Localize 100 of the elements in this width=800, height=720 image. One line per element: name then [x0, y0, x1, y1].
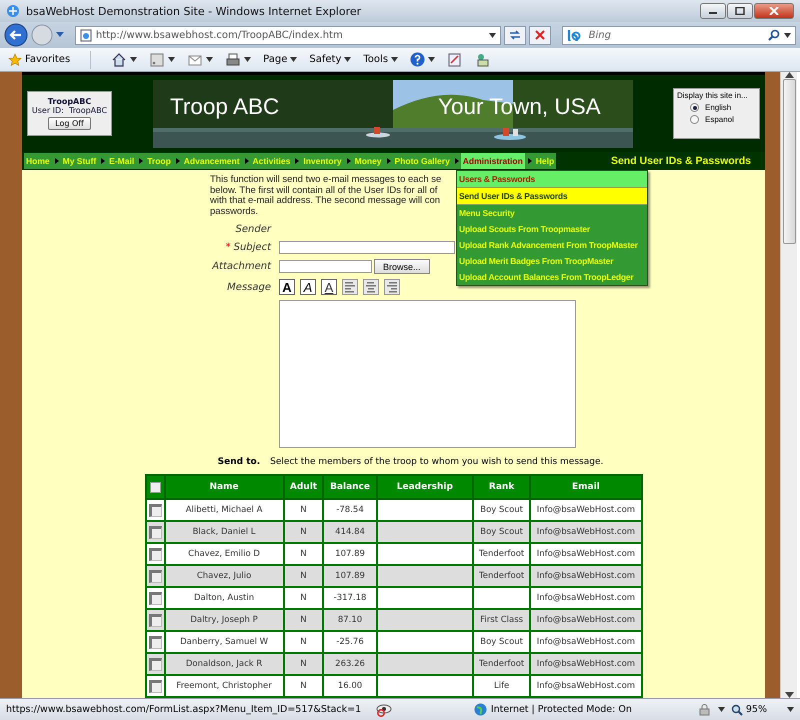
radio-button[interactable]: [690, 103, 699, 112]
row-checkbox[interactable]: [148, 680, 162, 692]
address-field[interactable]: http://www.bsawebhost.com/TroopABC/index.htm: [74, 26, 502, 44]
row-checkbox[interactable]: [148, 592, 162, 604]
feed-icon: [149, 52, 166, 68]
row-checkbox[interactable]: [148, 614, 162, 626]
nav-link[interactable]: Money: [352, 153, 384, 169]
back-button[interactable]: [4, 23, 28, 47]
menu-button[interactable]: Page: [261, 50, 300, 70]
table-cell: Boy Scout: [472, 521, 530, 543]
table-cell: Chavez, Emilio D: [164, 543, 284, 565]
table-cell: -78.54: [323, 499, 377, 521]
nav-link[interactable]: Help: [534, 153, 556, 169]
nav-link[interactable]: Troop: [145, 153, 173, 169]
nav-link[interactable]: Administration: [460, 153, 525, 169]
document-icon: [447, 52, 464, 68]
field-label: Attachment: [210, 261, 271, 272]
nav-link[interactable]: E-Mail: [107, 153, 136, 169]
table-cell: Info@bsaWebHost.com: [530, 631, 642, 653]
radio-label: Espanol: [705, 115, 734, 124]
maximize-button[interactable]: [727, 3, 753, 19]
table-cell: Info@bsaWebHost.com: [530, 543, 642, 565]
menu-item[interactable]: Upload Merit Badges From TroopMaster: [457, 253, 647, 269]
caret-icon: [130, 57, 138, 62]
close-icon: [769, 7, 779, 15]
row-checkbox[interactable]: [148, 636, 162, 648]
table-cell: Info@bsaWebHost.com: [530, 521, 642, 543]
menu-button[interactable]: Safety: [307, 50, 354, 70]
table-cell: Info@bsaWebHost.com: [530, 675, 642, 697]
scrollbar[interactable]: [780, 72, 797, 698]
column-header: Email: [530, 475, 642, 499]
nav-link[interactable]: My Stuff: [60, 153, 98, 169]
table-cell: Black, Daniel L: [164, 521, 284, 543]
table-cell: N: [284, 609, 324, 631]
row-checkbox[interactable]: [148, 570, 162, 582]
minimize-button[interactable]: [700, 3, 726, 19]
table-cell: Info@bsaWebHost.com: [530, 499, 642, 521]
scrollbar-thumb[interactable]: [782, 79, 796, 244]
menu-item[interactable]: Upload Scouts From Troopmaster: [457, 221, 647, 237]
bold-button[interactable]: A: [279, 279, 295, 295]
search-field[interactable]: Bing: [562, 26, 796, 44]
align-right-icon: [385, 280, 399, 294]
search-engine-icon: [566, 29, 583, 41]
table-cell: 16.00: [323, 675, 377, 697]
subject-field[interactable]: [279, 241, 455, 254]
dropdown-arrow-icon[interactable]: [718, 707, 725, 712]
select-all-checkbox[interactable]: [150, 482, 160, 492]
menu-item[interactable]: Send User IDs & Passwords: [457, 187, 647, 205]
column-header: Adult: [284, 475, 324, 499]
row-checkbox[interactable]: [148, 658, 162, 670]
status-text: https://www.bsawebhost.com/FormList.aspx?Menu_Item_ID=517&Stack=1: [6, 704, 362, 715]
italic-button[interactable]: A: [300, 279, 316, 295]
nav-link[interactable]: Photo Gallery: [392, 153, 452, 169]
help-button[interactable]: [408, 50, 438, 70]
table-cell: Dalton, Austin: [164, 587, 284, 609]
table-cell: N: [284, 675, 324, 697]
menu-item[interactable]: Upload Rank Advancement From TroopMaster: [457, 237, 647, 253]
maximize-icon: [735, 7, 745, 15]
window-title: bsaWebHost Demonstration Site - Windows Internet Explorer: [26, 4, 362, 18]
dropdown-arrow-icon[interactable]: [787, 707, 794, 712]
menu-item[interactable]: Users & Passwords: [457, 171, 647, 187]
align-left-button[interactable]: [342, 279, 358, 295]
caret-icon: [344, 57, 352, 62]
favorites-button[interactable]: Favorites: [6, 50, 72, 70]
menu-item[interactable]: Upload Account Balances From TroopLedger: [457, 269, 647, 285]
printer-icon: [225, 52, 242, 68]
align-center-icon: [364, 280, 378, 294]
forward-icon: [31, 24, 53, 46]
nav-link[interactable]: Inventory: [301, 153, 344, 169]
search-input[interactable]: Bing: [586, 28, 764, 42]
row-checkbox[interactable]: [148, 504, 162, 516]
refresh-button[interactable]: [504, 26, 526, 44]
section-label: Send to.: [218, 457, 260, 467]
banner-subtitle: Your Town, USA: [438, 94, 601, 120]
close-button[interactable]: [754, 3, 794, 19]
attachment-field[interactable]: [279, 260, 372, 273]
nav-link[interactable]: Home: [24, 153, 52, 169]
row-checkbox[interactable]: [148, 526, 162, 538]
refresh-icon: [509, 29, 522, 41]
stop-button[interactable]: [528, 26, 551, 44]
browse-button[interactable]: Browse...: [374, 259, 430, 274]
menu-button[interactable]: Tools: [361, 50, 400, 70]
table-cell: 87.10: [323, 609, 377, 631]
language-title: Display this site in...: [677, 91, 749, 100]
zoom-button[interactable]: 95%: [730, 704, 767, 716]
lock-icon[interactable]: [698, 703, 712, 716]
nav-link[interactable]: Activities: [250, 153, 292, 169]
log-off-button[interactable]: Log Off: [48, 117, 91, 130]
menu-item[interactable]: Menu Security: [457, 205, 647, 221]
underline-button[interactable]: A: [321, 279, 337, 295]
align-right-button[interactable]: [384, 279, 400, 295]
radio-label: English: [705, 103, 732, 112]
nav-link[interactable]: Advancement: [182, 153, 242, 169]
table-cell: Tenderfoot: [472, 653, 530, 675]
message-field[interactable]: [279, 300, 576, 448]
align-center-button[interactable]: [363, 279, 379, 295]
table-cell: N: [284, 587, 324, 609]
radio-button[interactable]: [690, 115, 699, 124]
row-checkbox[interactable]: [148, 548, 162, 560]
table-cell: Info@bsaWebHost.com: [530, 587, 642, 609]
